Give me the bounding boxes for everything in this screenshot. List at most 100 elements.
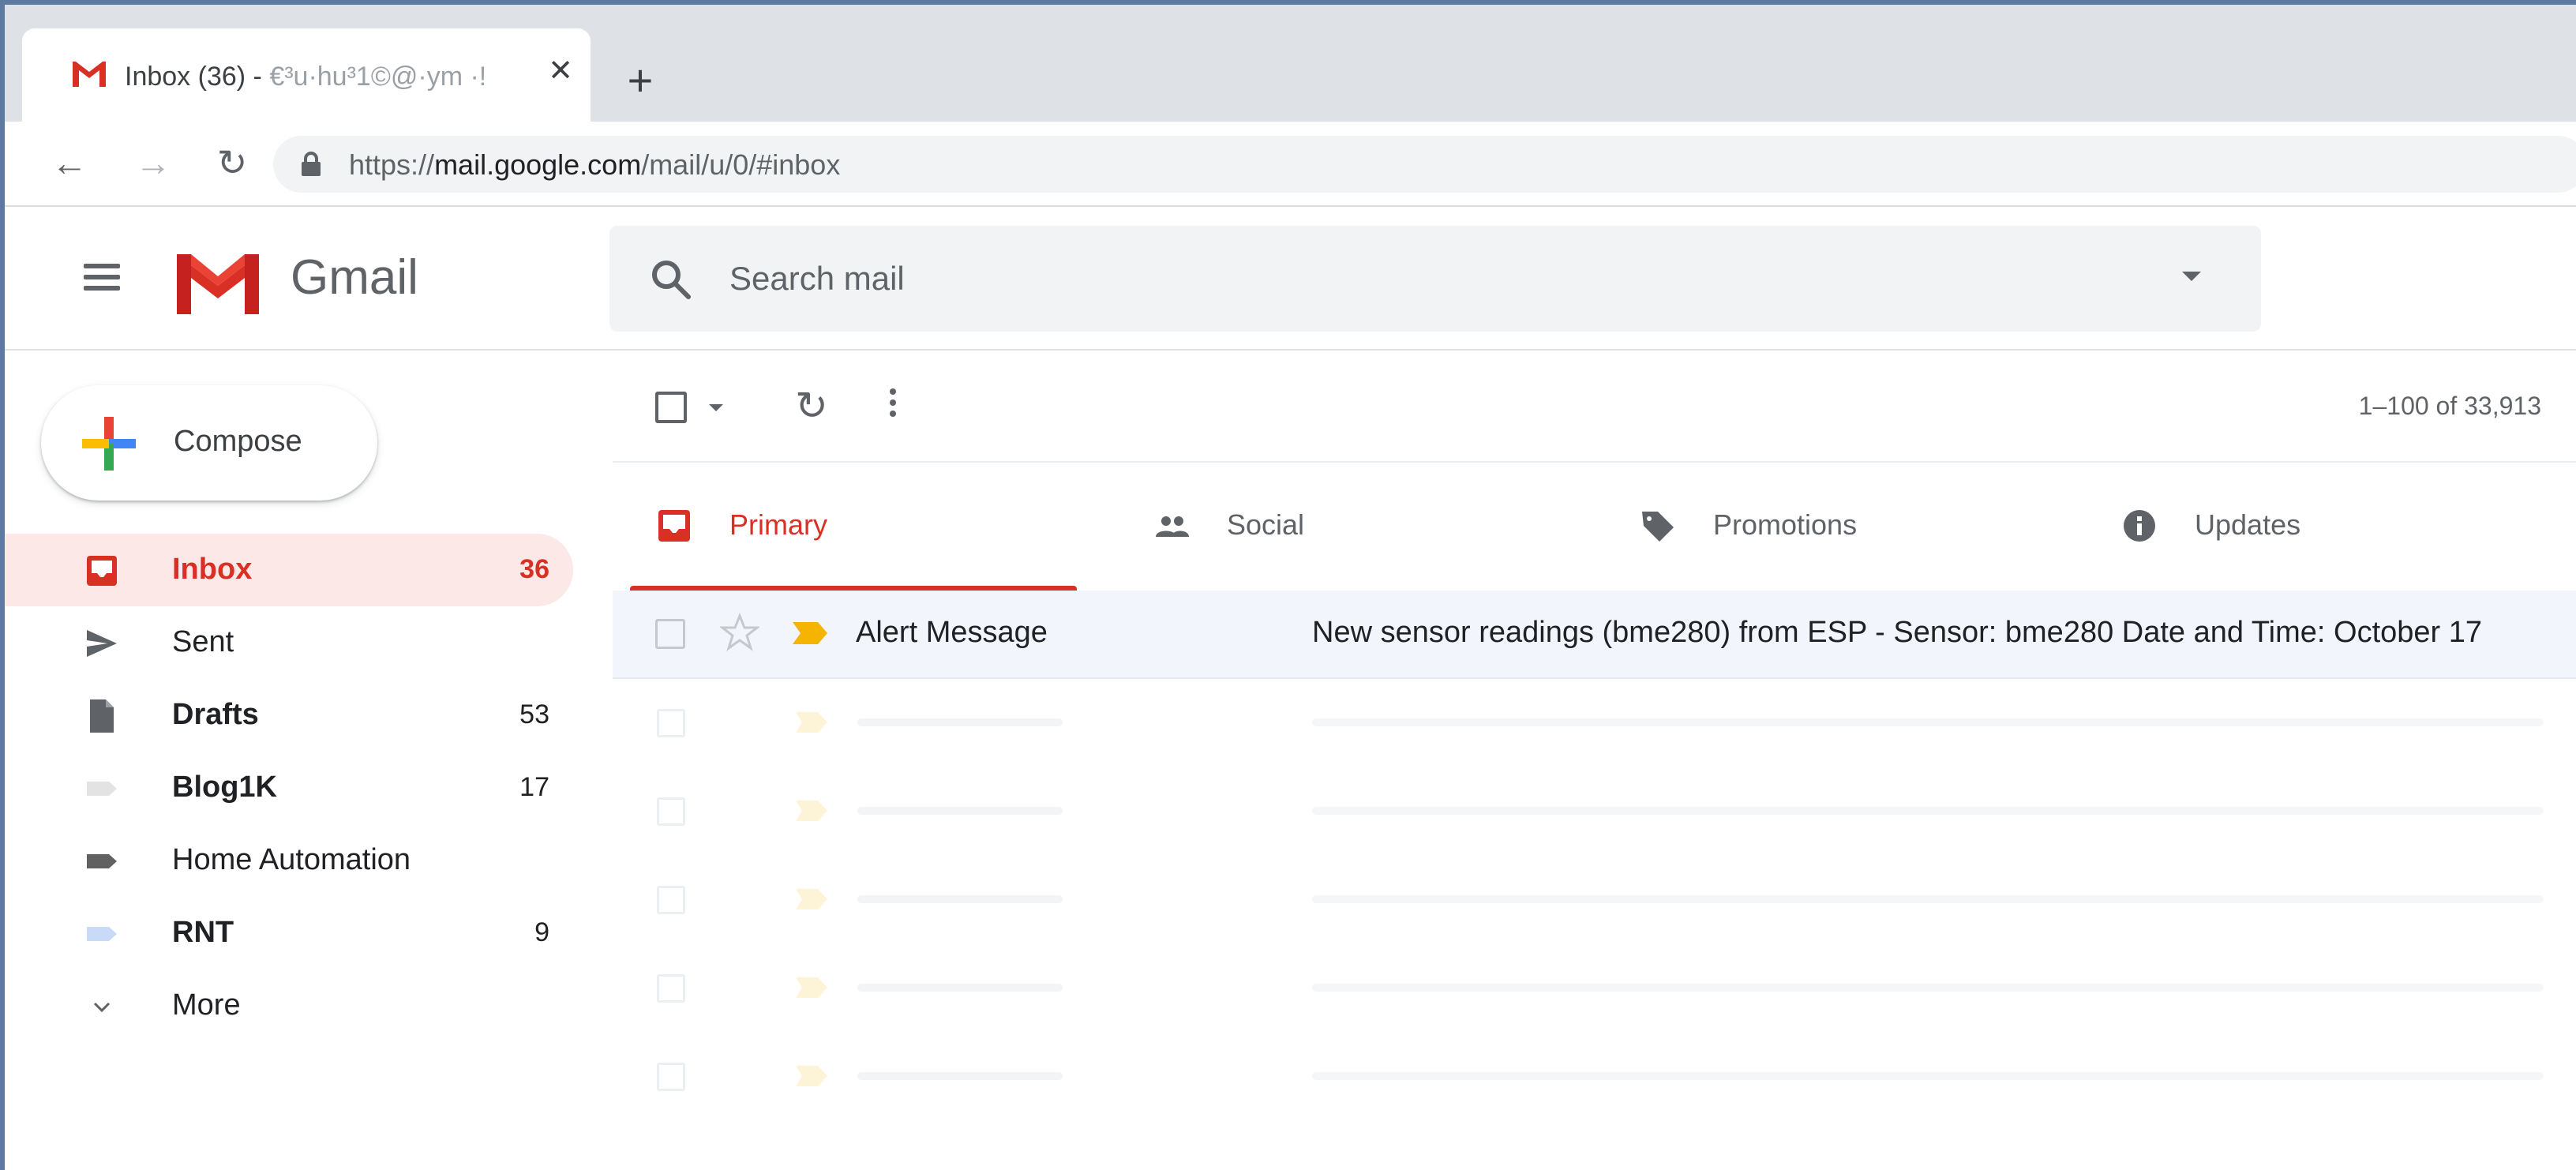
browser-tab[interactable]: Inbox (36) - €³u·hu³1©@·ym ·! ✕ [22,28,591,122]
sidebar-item-home-automation[interactable]: Home Automation [5,824,573,897]
send-icon [87,630,117,657]
obscured-subject [1312,895,2544,903]
obscured-subject [1312,718,2544,726]
category-tabs: Primary Social Promotions Updates [613,461,2576,592]
tab-promotions[interactable]: Promotions [1596,463,2086,592]
compose-plus-icon [82,417,136,471]
obscured-subject [1312,807,2544,815]
url-text: https://mail.google.com/mail/u/0/#inbox [349,148,841,181]
list-toolbar: ↻ 1–100 of 33,913 [613,352,2576,461]
sidebar-item-blog1k[interactable]: Blog1K 17 [5,752,573,824]
back-icon[interactable]: ← [46,139,93,186]
obscured-subject [1312,984,2544,992]
tab-primary[interactable]: Primary [613,463,1102,592]
reload-icon[interactable]: ↻ [208,139,256,186]
sidebar-item-label: Home Automation [172,843,411,876]
compose-label: Compose [174,425,302,458]
new-tab-button[interactable]: + [617,57,664,104]
address-bar[interactable]: https://mail.google.com/mail/u/0/#inbox [273,136,2576,193]
obscured-sender [857,984,1063,992]
obscured-sender [857,807,1063,815]
row-checkbox[interactable] [657,1063,685,1091]
email-row-faded[interactable] [613,767,2576,856]
sidebar-item-rnt[interactable]: RNT 9 [5,897,573,969]
sidebar-item-inbox[interactable]: Inbox 36 [5,534,573,606]
tab-strip: Inbox (36) - €³u·hu³1©@·ym ·! ✕ + [5,5,2576,122]
email-sender: Alert Message [856,616,1048,649]
draft-count: 53 [519,699,549,729]
email-row-faded[interactable] [613,1033,2576,1121]
label-icon [87,927,117,941]
email-row[interactable]: Alert Message New sensor readings (bme28… [613,591,2576,679]
row-checkbox[interactable] [657,974,685,1003]
search-bar[interactable] [609,226,2261,332]
sidebar-item-label: Blog1K [172,771,277,804]
important-marker-icon[interactable] [796,889,827,909]
obscured-sender [857,718,1063,726]
email-row-faded[interactable] [613,944,2576,1033]
gmail-wordmark: Gmail [291,250,418,305]
unread-count: 36 [519,554,549,584]
more-options-icon[interactable] [881,384,905,428]
row-checkbox[interactable] [657,709,685,737]
tab-title: Inbox (36) - €³u·hu³1©@·ym ·! [125,62,487,92]
sidebar-item-more[interactable]: More [5,969,573,1042]
important-marker-icon[interactable] [796,712,827,733]
gmail-header: Gmail [5,207,2576,351]
search-input[interactable] [729,249,2072,308]
pagination-label: 1–100 of 33,913 [2358,392,2541,420]
important-marker-icon[interactable] [796,977,827,998]
tab-social[interactable]: Social [1110,463,1599,592]
sidebar-item-label: Sent [172,625,234,658]
row-checkbox[interactable] [657,797,685,826]
lock-icon [302,152,321,176]
sidebar-item-label: More [172,988,241,1022]
label-count: 17 [519,772,549,802]
people-icon [1156,516,1189,537]
important-marker-icon[interactable] [796,1066,827,1086]
draft-icon [90,699,114,733]
info-icon [2124,510,2155,542]
chevron-down-icon [93,1002,111,1013]
sidebar-item-label: RNT [172,916,234,949]
sidebar-nav: Inbox 36 Sent Drafts 53 Blog1K 17 Home A… [5,534,589,1042]
gmail-favicon-icon [73,62,106,87]
email-row-faded[interactable] [613,856,2576,944]
tab-label: Updates [2195,508,2301,541]
gmail-logo-icon[interactable] [171,246,265,317]
obscured-subject [1312,1072,2544,1080]
main-menu-icon[interactable] [81,257,123,300]
obscured-sender [857,895,1063,903]
sidebar-item-sent[interactable]: Sent [5,606,573,679]
search-options-icon[interactable] [2182,272,2201,281]
label-icon [87,782,117,796]
label-icon [87,854,117,868]
row-checkbox[interactable] [655,619,685,649]
important-marker-icon[interactable] [796,801,827,821]
sidebar-item-label: Inbox [172,553,253,586]
sidebar-item-drafts[interactable]: Drafts 53 [5,679,573,752]
browser-toolbar: ← → ↻ https://mail.google.com/mail/u/0/#… [5,122,2576,207]
inbox-icon [658,510,690,542]
tab-label: Social [1227,508,1305,541]
tag-icon [1642,512,1674,542]
select-options-icon[interactable] [709,404,723,411]
obscured-sender [857,1072,1063,1080]
inbox-icon [87,556,117,586]
label-count: 9 [534,917,549,947]
browser-window: Inbox (36) - €³u·hu³1©@·ym ·! ✕ + ← → ↻ … [0,0,2576,1170]
sidebar-item-label: Drafts [172,698,259,731]
email-row-faded[interactable] [613,679,2576,767]
tab-close-icon[interactable]: ✕ [543,54,578,88]
search-icon[interactable] [649,257,693,302]
forward-icon[interactable]: → [129,139,177,186]
row-checkbox[interactable] [657,886,685,914]
important-marker-icon[interactable] [791,621,829,646]
tab-updates[interactable]: Updates [2078,463,2567,592]
select-all-checkbox[interactable] [655,392,687,423]
refresh-icon[interactable]: ↻ [789,384,834,428]
compose-button[interactable]: Compose [41,385,377,501]
tab-label: Promotions [1713,508,1858,541]
star-icon[interactable] [720,613,759,652]
email-subject: New sensor readings (bme280) from ESP - … [1312,616,2483,649]
